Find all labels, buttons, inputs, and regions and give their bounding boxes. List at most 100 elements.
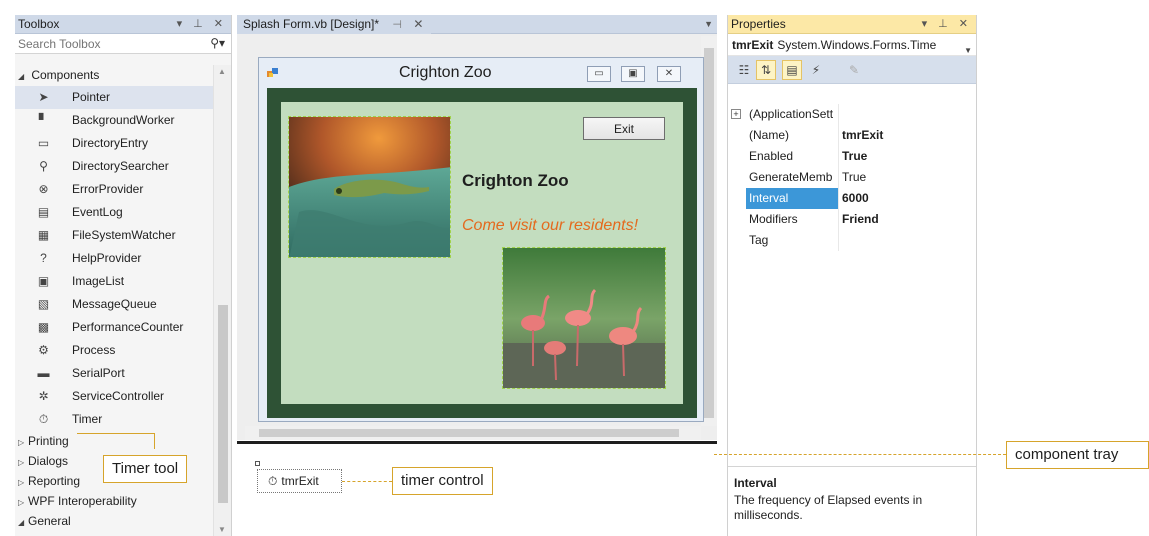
maximize-icon[interactable]: ▣ bbox=[621, 66, 645, 82]
property-value[interactable]: 6000 bbox=[838, 188, 976, 209]
toolbox-group-label: Reporting bbox=[28, 474, 81, 488]
toolbox-item[interactable]: ▧ MessageQueue bbox=[15, 293, 213, 316]
toolbox-title: Toolbox bbox=[18, 17, 60, 31]
toolbox-item[interactable]: ▘ BackgroundWorker bbox=[15, 109, 213, 132]
pin-icon[interactable]: ⊣ bbox=[392, 19, 402, 31]
property-name[interactable]: Tag bbox=[746, 230, 838, 251]
property-pages-icon[interactable]: ✎ bbox=[844, 60, 864, 80]
toolbox-scroll-thumb[interactable] bbox=[218, 305, 228, 503]
exit-button[interactable]: Exit bbox=[583, 117, 665, 140]
toolbox-item[interactable]: ▦ FileSystemWatcher bbox=[15, 224, 213, 247]
property-value[interactable] bbox=[838, 230, 976, 251]
toolbox-item-label: DirectorySearcher bbox=[72, 159, 169, 173]
toolbox-item[interactable]: ▭ DirectoryEntry bbox=[15, 132, 213, 155]
property-row[interactable]: Interval 6000 bbox=[728, 188, 976, 209]
toolbox-item[interactable]: ? HelpProvider bbox=[15, 247, 213, 270]
tab-splash-form-design[interactable]: Splash Form.vb [Design]* ⊣ ✕ bbox=[237, 15, 432, 34]
property-row[interactable]: (Name) tmrExit bbox=[728, 125, 976, 146]
zoo-title-label: Crighton Zoo bbox=[462, 171, 569, 190]
property-row[interactable]: Enabled True bbox=[728, 146, 976, 167]
events-icon[interactable]: ⚡ bbox=[806, 60, 826, 80]
property-value[interactable] bbox=[838, 104, 976, 125]
property-name[interactable]: (ApplicationSett bbox=[746, 104, 838, 125]
search-icon[interactable]: ⚲▾ bbox=[210, 36, 225, 50]
toolbox-item[interactable]: ⊗ ErrorProvider bbox=[15, 178, 213, 201]
property-name[interactable]: Enabled bbox=[746, 146, 838, 167]
directory-entry-icon: ▭ bbox=[37, 136, 50, 150]
minimize-icon[interactable]: ▭ bbox=[587, 66, 611, 82]
categorized-icon[interactable]: ☷ bbox=[734, 60, 754, 80]
close-icon[interactable]: ✕ bbox=[657, 66, 681, 82]
toolbox-search-input[interactable] bbox=[15, 34, 190, 53]
property-value[interactable]: tmrExit bbox=[838, 125, 976, 146]
properties-icon[interactable]: ▤ bbox=[782, 60, 802, 80]
property-row[interactable]: Tag bbox=[728, 230, 976, 251]
toolbox-item[interactable]: ▬ SerialPort bbox=[15, 362, 213, 385]
alphabetical-icon[interactable]: ⇅ bbox=[756, 60, 776, 80]
timer-component[interactable]: ⏱ tmrExit bbox=[257, 469, 342, 493]
service-controller-icon: ✲ bbox=[38, 389, 49, 403]
event-log-icon: ▤ bbox=[37, 205, 50, 219]
expanded-triangle-icon: ◢ bbox=[18, 518, 25, 527]
toolbox-item[interactable]: ▣ ImageList bbox=[15, 270, 213, 293]
property-row[interactable]: + (ApplicationSett bbox=[728, 104, 976, 125]
object-selector[interactable]: tmrExit System.Windows.Forms.Time ▼ bbox=[728, 34, 976, 56]
description-title: Interval bbox=[734, 476, 777, 490]
toolbox-item[interactable]: ⚲ DirectorySearcher bbox=[15, 155, 213, 178]
chevron-down-icon[interactable]: ▼ bbox=[964, 40, 972, 62]
toolbox-group-label: Components bbox=[31, 68, 100, 82]
toolbox-group[interactable]: ◢ General bbox=[15, 511, 213, 531]
toolbox-item-label: FileSystemWatcher bbox=[72, 228, 176, 242]
toolbox-item-label: ImageList bbox=[72, 274, 125, 288]
property-name[interactable]: (Name) bbox=[746, 125, 838, 146]
toolbox-item-label: ServiceController bbox=[72, 389, 165, 403]
property-description: Interval The frequency of Elapsed events… bbox=[728, 466, 976, 536]
document-tab-bar: Splash Form.vb [Design]* ⊣ ✕ ▼ bbox=[237, 15, 717, 34]
tab-dropdown-icon[interactable]: ▼ bbox=[704, 15, 713, 34]
toolbox-title-bar: Toolbox ▾ ⊥ ✕ bbox=[15, 15, 231, 34]
toolbox-item-label: HelpProvider bbox=[72, 251, 142, 265]
timer-component-label: tmrExit bbox=[281, 474, 319, 488]
close-tab-icon[interactable]: ✕ bbox=[413, 17, 423, 31]
flamingo-picture[interactable] bbox=[502, 247, 666, 389]
timer-icon: ⏱ bbox=[38, 412, 49, 426]
property-value[interactable]: True bbox=[838, 167, 976, 188]
toolbox-group[interactable]: ▷ Printing bbox=[15, 431, 213, 451]
timer-control-leader bbox=[342, 481, 392, 482]
description-text: The frequency of Elapsed events in milli… bbox=[734, 493, 923, 522]
selection-handle[interactable] bbox=[255, 461, 260, 466]
property-name[interactable]: Interval bbox=[746, 188, 838, 209]
toolbox-window-controls[interactable]: ▾ ⊥ ✕ bbox=[177, 15, 227, 34]
designer-hscroll-thumb[interactable] bbox=[259, 429, 679, 437]
toolbox-item[interactable]: ➤ Pointer bbox=[15, 86, 213, 109]
scroll-down-arrow-icon[interactable]: ▼ bbox=[218, 525, 226, 534]
scroll-up-arrow-icon[interactable]: ▲ bbox=[218, 67, 226, 76]
property-name[interactable]: Modifiers bbox=[746, 209, 838, 230]
properties-title-bar: Properties ▾ ⊥ ✕ bbox=[728, 15, 976, 34]
properties-window-controls[interactable]: ▾ ⊥ ✕ bbox=[922, 15, 972, 34]
property-value[interactable]: True bbox=[838, 146, 976, 167]
property-value[interactable]: Friend bbox=[838, 209, 976, 230]
properties-toolbar: ☷ ⇅ ▤ ⚡ ✎ bbox=[728, 56, 976, 84]
toolbox-scrollbar[interactable]: ▲ ▼ bbox=[213, 65, 231, 536]
toolbox-group-components[interactable]: ◢ Components bbox=[15, 65, 213, 86]
expand-icon[interactable]: + bbox=[731, 109, 741, 119]
tagline-label: Come visit our residents! bbox=[462, 217, 639, 234]
toolbox-group[interactable]: ▷ WPF Interoperability bbox=[15, 491, 213, 511]
property-row[interactable]: Modifiers Friend bbox=[728, 209, 976, 230]
toolbox-item[interactable]: ⏱ Timer bbox=[15, 408, 213, 431]
toolbox-group-label: Printing bbox=[28, 434, 69, 448]
designer-horizontal-scrollbar[interactable] bbox=[245, 426, 701, 440]
toolbox-item[interactable]: ⚙ Process bbox=[15, 339, 213, 362]
form-title: Crighton Zoo bbox=[399, 64, 492, 81]
lizard-picture[interactable] bbox=[288, 116, 451, 258]
designer-vscroll-thumb[interactable] bbox=[704, 48, 714, 418]
toolbox-item[interactable]: ▩ PerformanceCounter bbox=[15, 316, 213, 339]
toolbox-item[interactable]: ▤ EventLog bbox=[15, 201, 213, 224]
property-name[interactable]: GenerateMemb bbox=[746, 167, 838, 188]
property-row[interactable]: GenerateMemb True bbox=[728, 167, 976, 188]
splash-form[interactable]: Crighton Zoo ▭ ▣ ✕ Exit Crighton Zoo Com… bbox=[258, 57, 704, 422]
toolbox-item[interactable]: ✲ ServiceController bbox=[15, 385, 213, 408]
message-queue-icon: ▧ bbox=[37, 297, 50, 311]
component-tray-leader bbox=[714, 454, 1006, 455]
